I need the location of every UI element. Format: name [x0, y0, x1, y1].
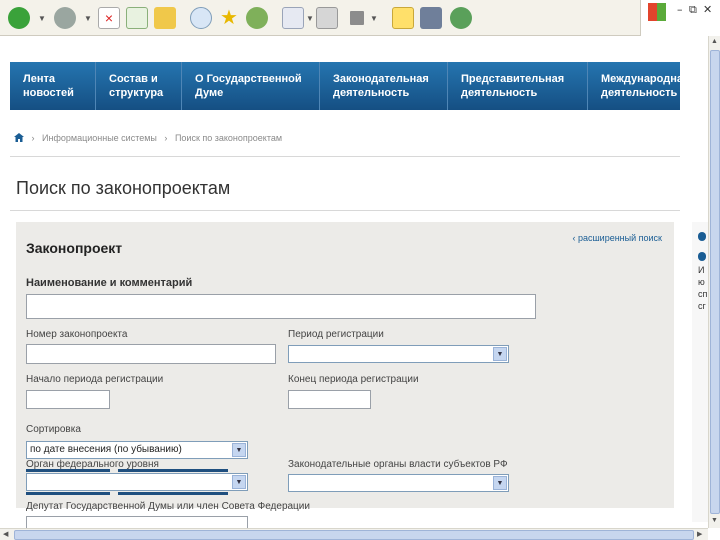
- scroll-up-icon[interactable]: ▲: [711, 38, 718, 45]
- back-icon[interactable]: [8, 7, 30, 29]
- nav-item-legislative[interactable]: Законодательная деятельность: [320, 62, 448, 110]
- research-icon[interactable]: [420, 7, 442, 29]
- breadcrumb-item-current: Поиск по законопроектам: [174, 133, 283, 143]
- end-period-label: Конец периода регистрации: [288, 374, 419, 385]
- horizontal-scrollbar[interactable]: ◀ ▶: [0, 528, 708, 540]
- advanced-search-link[interactable]: ‹ расширенный поиск: [572, 233, 662, 243]
- forward-icon[interactable]: [54, 7, 76, 29]
- sidebar-text: сп: [698, 289, 708, 299]
- name-comment-input[interactable]: [26, 294, 536, 319]
- scroll-right-icon[interactable]: ▶: [697, 530, 702, 538]
- note-icon[interactable]: [392, 7, 414, 29]
- tab-indicator: [118, 492, 228, 495]
- nav-item-news[interactable]: Лента новостей: [10, 62, 96, 110]
- home-icon[interactable]: [14, 133, 24, 142]
- vertical-scroll-thumb[interactable]: [710, 50, 720, 514]
- end-date-input[interactable]: [288, 390, 371, 409]
- stop-icon[interactable]: ×: [98, 7, 120, 29]
- search-icon[interactable]: [190, 7, 212, 29]
- panel-title: Законопроект: [26, 240, 123, 256]
- vertical-scrollbar[interactable]: ▲ ▼: [708, 36, 720, 528]
- close-icon[interactable]: ✕: [703, 3, 712, 16]
- regional-body-label: Законодательные органы власти субъектов …: [288, 459, 508, 470]
- restore-icon[interactable]: ⧉: [689, 3, 697, 17]
- windows-logo-icon: [648, 3, 666, 21]
- breadcrumb: › Информационные системы › Поиск по зако…: [14, 133, 282, 143]
- horizontal-scroll-thumb[interactable]: [14, 530, 694, 540]
- start-date-input[interactable]: [26, 390, 110, 409]
- edit-dropdown-icon[interactable]: ▼: [370, 14, 378, 23]
- divider: [10, 156, 680, 157]
- nav-item-about-duma[interactable]: О Государственной Думе: [182, 62, 320, 110]
- period-select[interactable]: ▼: [288, 345, 509, 363]
- favorites-star-icon[interactable]: ★: [218, 7, 240, 29]
- bill-number-input[interactable]: [26, 344, 276, 364]
- home-icon[interactable]: [154, 7, 176, 29]
- print-icon[interactable]: [316, 7, 338, 29]
- window-controls: – ⧉ ✕: [640, 0, 720, 36]
- forward-dropdown-icon[interactable]: ▼: [84, 14, 92, 23]
- chevron-down-icon: ▼: [232, 475, 246, 489]
- search-panel: Законопроект ‹ расширенный поиск Наимено…: [16, 222, 674, 508]
- messenger-icon[interactable]: [450, 7, 472, 29]
- mail-dropdown-icon[interactable]: ▼: [306, 14, 314, 23]
- info-icon: [698, 252, 706, 261]
- scroll-left-icon[interactable]: ◀: [3, 530, 8, 538]
- breadcrumb-item-info-systems[interactable]: Информационные системы: [42, 133, 157, 143]
- history-icon[interactable]: [246, 7, 268, 29]
- browser-toolbar: ▼ ▼ × ★ ▼ ▼ – ⧉ ✕: [0, 0, 720, 36]
- mail-icon[interactable]: [282, 7, 304, 29]
- tab-indicator: [26, 469, 110, 472]
- sidebar-text: И: [698, 265, 705, 275]
- nav-item-representative[interactable]: Представительная деятельность: [448, 62, 588, 110]
- nav-item-international[interactable]: Международная деятельность: [588, 62, 689, 110]
- minimize-icon[interactable]: –: [677, 3, 683, 16]
- nav-item-structure[interactable]: Состав и структура: [96, 62, 182, 110]
- breadcrumb-separator: ›: [31, 133, 35, 143]
- period-label: Период регистрации: [288, 329, 384, 340]
- chevron-down-icon: ▼: [232, 443, 246, 457]
- federal-body-select[interactable]: ▼: [26, 473, 248, 491]
- number-label: Номер законопроекта: [26, 329, 128, 340]
- advanced-search-label: расширенный поиск: [577, 233, 662, 243]
- sidebar-text: ю: [698, 277, 705, 287]
- chevron-down-icon: ▼: [493, 347, 507, 361]
- name-section-label: Наименование и комментарий: [26, 277, 193, 289]
- start-period-label: Начало периода регистрации: [26, 374, 164, 385]
- page-title: Поиск по законопроектам: [16, 178, 231, 198]
- divider: [10, 210, 680, 211]
- tab-indicator: [118, 469, 228, 472]
- info-icon: [698, 232, 706, 241]
- deputy-input[interactable]: [26, 516, 248, 528]
- scroll-down-icon[interactable]: ▼: [711, 517, 718, 524]
- edit-icon[interactable]: [350, 11, 364, 25]
- deputy-label: Депутат Государственной Думы или член Со…: [26, 501, 310, 512]
- breadcrumb-separator: ›: [164, 133, 168, 143]
- sort-select[interactable]: по дате внесения (по убыванию) ▼: [26, 441, 248, 459]
- regional-body-select[interactable]: ▼: [288, 474, 509, 492]
- sidebar-text: сг: [698, 301, 706, 311]
- back-dropdown-icon[interactable]: ▼: [38, 14, 46, 23]
- refresh-icon[interactable]: [126, 7, 148, 29]
- sort-select-value: по дате внесения (по убыванию): [30, 444, 182, 455]
- sort-label: Сортировка: [26, 424, 81, 435]
- tab-indicator: [26, 492, 110, 495]
- chevron-down-icon: ▼: [493, 476, 507, 490]
- main-nav: Лента новостей Состав и структура О Госу…: [10, 62, 689, 110]
